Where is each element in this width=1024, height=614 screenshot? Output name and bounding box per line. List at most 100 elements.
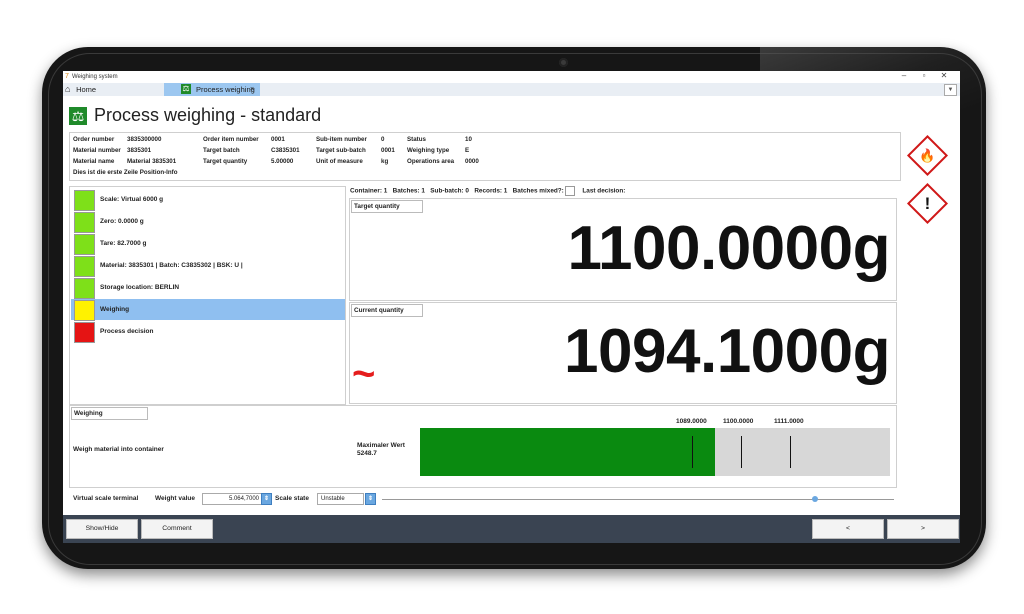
target-line: [741, 436, 742, 468]
tab-dropdown-icon[interactable]: ▼: [944, 84, 957, 96]
scale-state-spinner-icon[interactable]: ⇕: [365, 493, 376, 505]
batches-count: Batches: 1: [392, 187, 425, 195]
weighing-instruction: Weigh material into container: [73, 446, 164, 453]
last-decision-label: Last decision:: [582, 187, 626, 195]
sub-batch-count: Sub-batch: 0: [430, 187, 469, 195]
target-quantity-value: 5.00000: [271, 158, 294, 165]
maximize-button[interactable]: ▫: [914, 71, 934, 80]
weighing-title: Weighing: [71, 407, 148, 420]
weight-spinner-icon[interactable]: ⇕: [261, 493, 272, 505]
unit-value: kg: [381, 158, 389, 165]
tab-close-icon[interactable]: ×: [250, 83, 254, 96]
target-quantity-title: Target quantity: [351, 200, 423, 213]
vst-label: Virtual scale terminal: [73, 495, 139, 502]
process-steps-panel: Scale: Virtual 6000 g Zero: 0.0000 g Tar…: [69, 186, 346, 405]
page-title: Process weighing - standard: [94, 105, 322, 125]
weighing-type-label: Weighing type: [407, 147, 450, 154]
max-value-label: Maximaler Wert 5248.7: [357, 442, 405, 458]
home-icon: ⌂: [65, 84, 71, 94]
step-status-indicator: [74, 212, 95, 233]
lower-tolerance-line: [692, 436, 693, 468]
status-label: Status: [407, 136, 426, 143]
records-count: Records: 1: [474, 187, 508, 195]
app-title: Weighing system: [72, 74, 118, 80]
stats-bar: Container: 1 Batches: 1 Sub-batch: 0 Rec…: [350, 186, 625, 196]
step-status-indicator: [74, 322, 95, 343]
target-quantity-box: Target quantity 1100.0000g: [349, 198, 897, 301]
title-bar: 7 Weighing system – ▫ ✕: [63, 71, 960, 83]
step-material[interactable]: Material: 3835301 | Batch: C3835302 | BS…: [71, 255, 345, 277]
step-tare[interactable]: Tare: 82.7000 g: [71, 233, 345, 255]
weighing-progress-fill: [420, 428, 716, 476]
tick-upper: 1111.0000: [774, 418, 804, 425]
weight-slider[interactable]: [382, 496, 894, 502]
step-process-decision[interactable]: Process decision: [71, 321, 345, 343]
weight-value-label: Weight value: [155, 495, 195, 502]
tab-process-weighing-label: Process weighing: [196, 85, 255, 94]
order-number-value: 3835300000: [127, 136, 162, 143]
app-screen: 7 Weighing system – ▫ ✕ ⌂ Home ⚖ Process w…: [63, 71, 960, 543]
show-hide-button[interactable]: Show/Hide: [66, 519, 138, 539]
current-quantity-box: Current quantity ~ 1094.1000g: [349, 302, 897, 404]
target-quantity-label: Target quantity: [203, 158, 248, 165]
hazard-symbols: 🔥 !: [905, 133, 950, 225]
minimize-button[interactable]: –: [894, 71, 914, 80]
weight-value-input[interactable]: 5.064,7000: [202, 493, 262, 505]
sub-item-label: Sub-item number: [316, 136, 367, 143]
status-value: 10: [465, 136, 472, 143]
batches-mixed-label: Batches mixed?:: [512, 187, 564, 195]
close-window-button[interactable]: ✕: [934, 71, 954, 80]
tick-lower: 1089.0000: [676, 418, 707, 425]
max-value: 5248.7: [357, 450, 377, 457]
step-label: Material: 3835301 | Batch: C3835302 | BS…: [100, 262, 243, 269]
current-quantity-display: 1094.1000g: [564, 317, 890, 386]
slider-thumb[interactable]: [812, 496, 819, 502]
step-label: Storage location: BERLIN: [100, 284, 180, 291]
camera-icon: [559, 58, 568, 67]
step-label: Weighing: [100, 306, 130, 313]
order-item-value: 0001: [271, 136, 285, 143]
step-label: Tare: 82.7000 g: [100, 240, 147, 247]
scale-state-select[interactable]: Unstable: [317, 493, 364, 505]
tick-target: 1100.0000: [723, 418, 754, 425]
scale-icon: ⚖: [181, 84, 191, 94]
material-number-label: Material number: [73, 147, 121, 154]
step-status-indicator: [74, 190, 95, 211]
order-info-panel: Order number 3835300000 Order item numbe…: [69, 132, 901, 181]
step-scale[interactable]: Scale: Virtual 6000 g: [71, 189, 345, 211]
max-label: Maximaler Wert: [357, 442, 405, 449]
material-name-value: Material 3835301: [127, 158, 177, 165]
tab-process-weighing[interactable]: ⚖ Process weighing ×: [164, 83, 260, 96]
target-sub-batch-label: Target sub-batch: [316, 147, 366, 154]
step-status-indicator: [74, 234, 95, 255]
scale-icon: ⚖: [69, 107, 87, 125]
container-count: Container: 1: [350, 187, 388, 195]
step-weighing[interactable]: Weighing: [71, 299, 345, 321]
batches-mixed-checkbox[interactable]: [564, 186, 575, 196]
weighing-progress-bar: [420, 428, 890, 476]
target-sub-batch-value: 0001: [381, 147, 395, 154]
app-icon: 7: [65, 73, 69, 80]
previous-button[interactable]: <: [812, 519, 884, 539]
step-label: Process decision: [100, 328, 154, 335]
exclamation-icon: !: [924, 194, 931, 213]
comment-button[interactable]: Comment: [141, 519, 213, 539]
material-number-value: 3835301: [127, 147, 152, 154]
material-name-label: Material name: [73, 158, 115, 165]
weighing-type-value: E: [465, 147, 470, 154]
target-batch-value: C3835301: [271, 147, 300, 154]
virtual-scale-terminal: Virtual scale terminal Weight value 5.06…: [63, 491, 960, 507]
step-storage-location[interactable]: Storage location: BERLIN: [71, 277, 345, 299]
position-info: Dies ist die erste Zeile Position-Info: [73, 169, 178, 176]
next-button[interactable]: >: [887, 519, 959, 539]
footer-bar: Show/Hide Comment < >: [63, 515, 960, 543]
current-quantity-title: Current quantity: [351, 304, 423, 317]
step-status-indicator: [74, 278, 95, 299]
window-controls: – ▫ ✕: [894, 71, 954, 80]
step-zero[interactable]: Zero: 0.0000 g: [71, 211, 345, 233]
unstable-indicator: ~: [352, 352, 376, 396]
tab-home[interactable]: ⌂ Home: [65, 83, 96, 96]
step-status-indicator: [74, 300, 95, 321]
weighing-panel: Weighing Weigh material into container M…: [69, 405, 897, 488]
target-batch-label: Target batch: [203, 147, 240, 154]
